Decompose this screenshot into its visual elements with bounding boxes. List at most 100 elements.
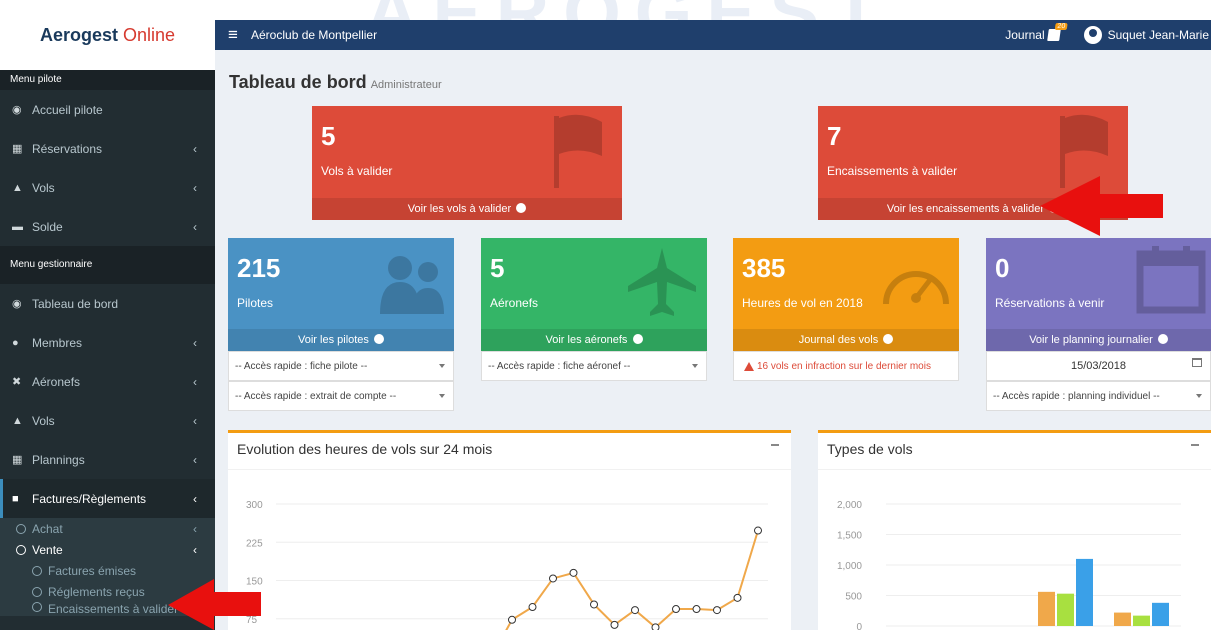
sidebar-item-solde[interactable]: ▬ Solde ‹ [0,207,215,246]
minus-icon[interactable] [1191,444,1199,446]
club-name: Aéroclub de Montpellier [251,28,378,42]
binoculars-icon: ▲ [12,181,23,194]
evolution-chart-title: Evolution des heures de vols sur 24 mois [237,441,493,457]
heures-count: 385 [742,253,786,283]
data-point [692,605,701,614]
aeronefs-box: 5 Aéronefs Voir les aéronefs [481,238,707,351]
circle-icon [16,544,26,555]
pilotes-box: 215 Pilotes Voir les pilotes [228,238,454,351]
y-tick-label: 0 [856,622,862,630]
y-tick-label: 300 [246,500,263,511]
menu-toggle-icon[interactable]: ≡ [215,25,251,45]
submenu-item-vente[interactable]: Vente ‹ [0,539,215,560]
page-title: Tableau de bord Administrateur [229,72,442,92]
circle-arrow-right-icon [1157,334,1168,344]
header-watermark: AEROGEST [215,0,1211,20]
circle-icon [32,602,42,612]
submenu-item-factures-emises[interactable]: Factures émises [0,560,215,581]
sidebar-item-factures-reglements[interactable]: ■ Factures/Règlements ‹ [0,479,215,518]
sidebar-item-accueil-pilote[interactable]: ◉ Accueil pilote [0,90,215,129]
sidebar-item-vols[interactable]: ▲ Vols ‹ [0,401,215,440]
infraction-alert[interactable]: 16 vols en infraction sur le dernier moi… [733,351,959,381]
sidebar-item-vols-pilote[interactable]: ▲ Vols ‹ [0,168,215,207]
submenu-item-achat[interactable]: Achat ‹ [0,518,215,539]
bar [1152,602,1169,626]
app-logo[interactable]: Aerogest Online [0,0,215,70]
data-point [549,574,557,583]
y-tick-label: 1,500 [837,531,862,542]
data-point [569,568,578,577]
aeronefs-label: Aéronefs [490,296,539,310]
data-point [713,606,721,615]
vols-a-valider-count: 5 [321,121,336,151]
calendar-icon[interactable] [1192,358,1202,367]
voir-planning-link[interactable]: Voir le planning journalier [986,329,1211,351]
sidebar-item-membres[interactable]: ● Membres ‹ [0,323,215,362]
binoculars-icon: ▲ [12,414,23,427]
evolution-line-chart: 30022515075 [246,500,768,630]
calendar-icon: ▦ [12,143,23,155]
heures-box: 385 Heures de vol en 2018 Journal des vo… [733,238,959,351]
user-name[interactable]: Suquet Jean-Marie [1108,28,1211,42]
circle-arrow-right-icon [883,334,894,344]
chevron-left-icon: ‹ [193,542,197,557]
bar [1038,591,1055,626]
chevron-left-icon: ‹ [193,521,197,536]
fiche-aeronef-select[interactable]: -- Accès rapide : fiche aéronef -- [481,351,707,381]
planning-date-input[interactable]: 15/03/2018 [986,351,1211,381]
fiche-pilote-select[interactable]: -- Accès rapide : fiche pilote -- [228,351,454,381]
voir-aeronefs-link[interactable]: Voir les aéronefs [481,329,707,351]
chevron-down-icon: ‹ [193,491,197,506]
book-icon: 20 [1046,23,1068,41]
bar [1133,615,1150,626]
journal-badge: 20 [1054,23,1068,30]
caret-down-icon [439,394,445,398]
data-point [754,526,762,535]
y-tick-label: 2,000 [837,500,862,511]
bar [1076,558,1093,626]
chevron-left-icon: ‹ [193,413,197,428]
sidebar-item-tableau-de-bord[interactable]: ◉ Tableau de bord [0,284,215,323]
speedometer-icon [883,271,949,305]
chevron-left-icon: ‹ [193,180,197,195]
extrait-compte-select[interactable]: -- Accès rapide : extrait de compte -- [228,381,454,411]
aeronefs-count: 5 [490,253,505,283]
sidebar-item-aeronefs[interactable]: ✖ Aéronefs ‹ [0,362,215,401]
y-tick-label: 500 [845,592,862,603]
planning-individuel-select[interactable]: -- Accès rapide : planning individuel -- [986,381,1211,411]
journal-des-vols-link[interactable]: Journal des vols [733,329,959,351]
data-point [672,605,680,614]
users-icon: ● [12,336,19,349]
voir-pilotes-link[interactable]: Voir les pilotes [228,329,454,351]
data-point [733,593,742,602]
chevron-left-icon: ‹ [193,452,197,467]
top-navbar: ≡ Aéroclub de Montpellier Journal 20 Suq… [215,20,1211,50]
warning-icon [744,361,754,371]
user-avatar-icon[interactable] [1083,26,1102,44]
users-icon [380,256,444,314]
chevron-left-icon: ‹ [193,141,197,156]
caret-down-icon [692,364,698,368]
circle-arrow-right-icon [374,334,384,344]
flag-icon [554,114,602,188]
sidebar-item-plannings[interactable]: ▦ Plannings ‹ [0,440,215,479]
minus-icon[interactable] [771,444,779,446]
journal-link[interactable]: Journal 20 [1005,23,1068,42]
data-point [631,606,639,615]
vols-a-valider-label: Vols à valider [321,164,393,178]
vols-a-valider-box: 5 Vols à valider Voir les vols à valider [312,106,622,220]
circle-icon [16,523,26,534]
voir-vols-a-valider-link[interactable]: Voir les vols à valider [312,198,622,220]
reservations-box: 0 Réservations à venir Voir le planning … [986,238,1211,351]
sidebar-item-reservations[interactable]: ▦ Réservations ‹ [0,129,215,168]
encaissements-label: Encaissements à valider [827,164,958,178]
calendar-icon [1136,246,1206,314]
circle-arrow-right-icon [516,203,527,213]
circle-icon [32,565,42,576]
sidebar: Menu pilote ◉ Accueil pilote ▦ Réservation… [0,70,215,630]
data-point [590,600,598,609]
evolution-chart-panel: Evolution des heures de vols sur 24 mois… [228,430,791,630]
types-bar-chart: 2,000 1,500 1,000 500 0 [837,500,1181,630]
plane-icon: ✖ [12,376,22,388]
pilot-menu-header: Menu pilote [0,70,215,90]
